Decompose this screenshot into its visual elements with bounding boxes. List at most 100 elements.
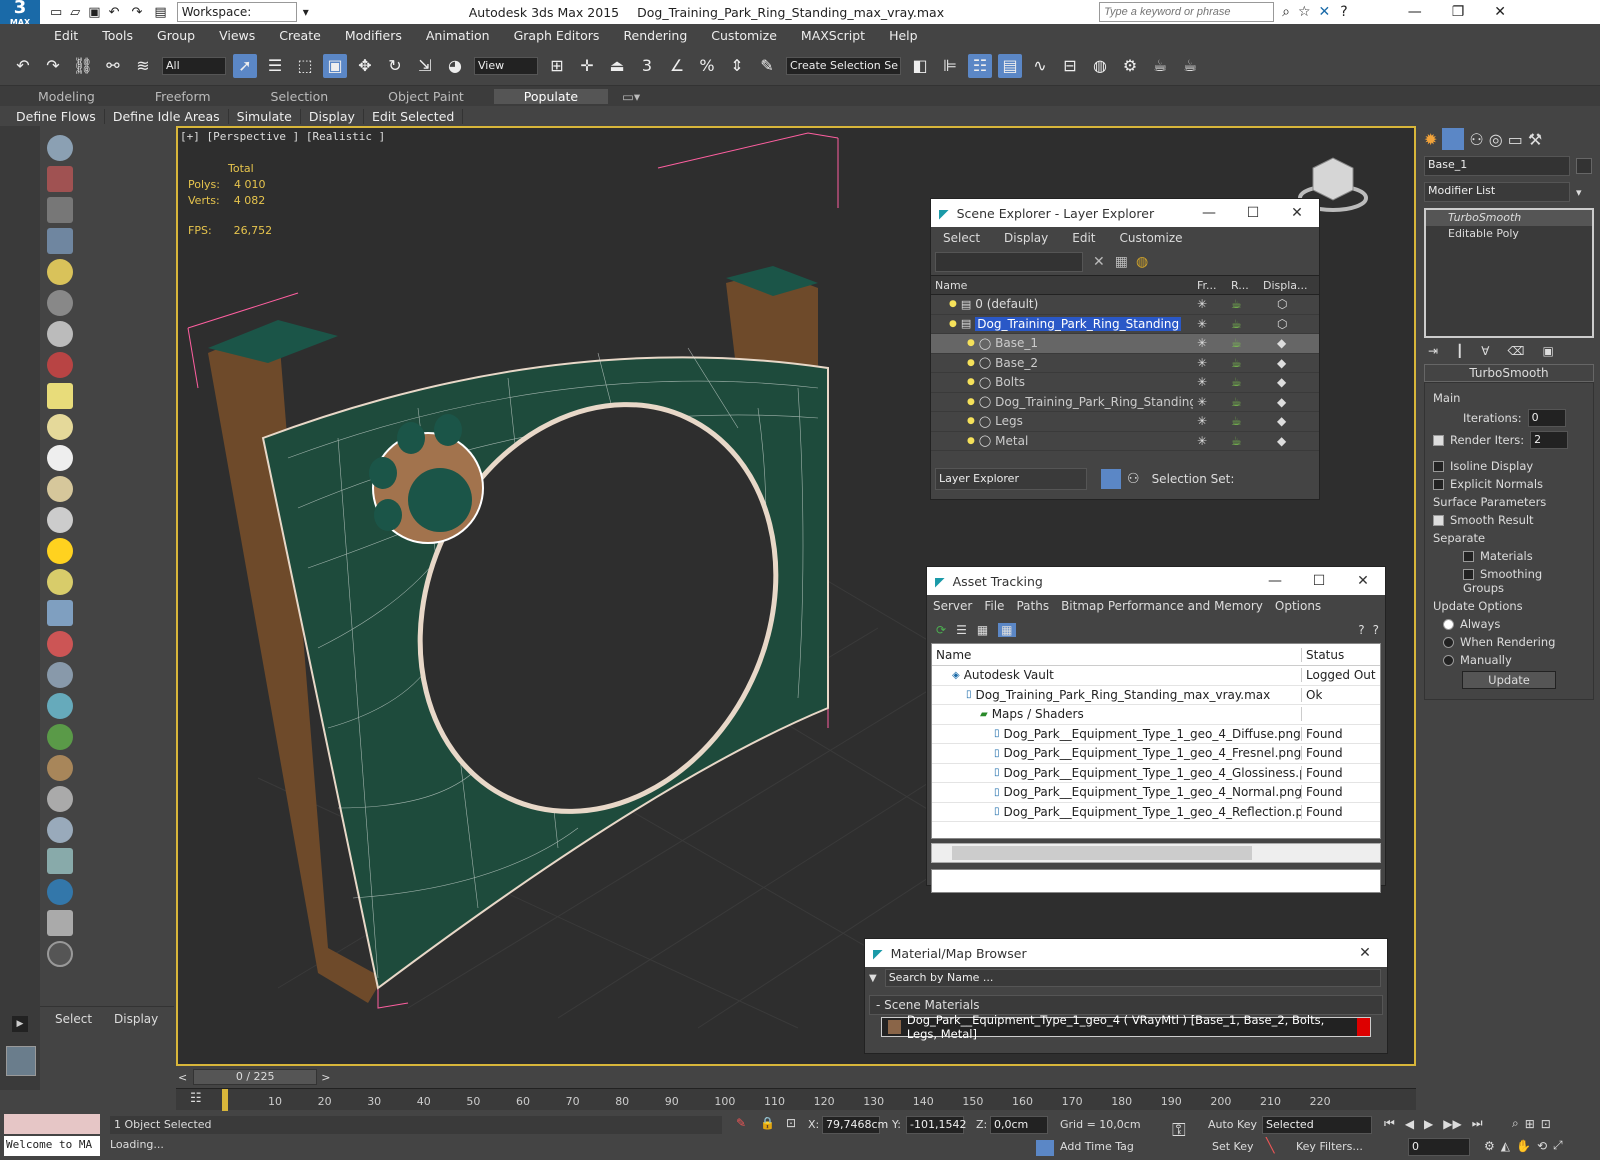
scene-materials-group[interactable]: - Scene Materials	[869, 995, 1383, 1015]
layer-manager-icon[interactable]: ☷	[968, 53, 992, 78]
chevron-down-icon[interactable]: ▾	[1576, 186, 1582, 199]
render-teapot-icon[interactable]: ☕	[1227, 434, 1259, 448]
grass-icon[interactable]	[47, 724, 73, 750]
smooth-result-checkbox[interactable]	[1433, 515, 1444, 526]
hair-icon[interactable]	[47, 755, 73, 781]
welcome-field[interactable]: Welcome to MA	[4, 1136, 100, 1156]
asset-row[interactable]: ▯ Dog_Training_Park_Ring_Standing_max_vra…	[932, 686, 1380, 705]
left-display-tab[interactable]: Display	[114, 1012, 158, 1026]
cone-icon[interactable]	[47, 507, 73, 533]
redo-icon[interactable]: ↷	[132, 5, 143, 20]
material-item[interactable]: Dog_Park__Equipment_Type_1_geo_4 ( VRayM…	[881, 1013, 1371, 1041]
menu-modifiers[interactable]: Modifiers	[333, 28, 414, 43]
material-search-input[interactable]: Search by Name ...	[884, 969, 1381, 987]
angle-snap-icon[interactable]: ∠	[665, 53, 689, 78]
ribbon-options-icon[interactable]: ▭▾	[608, 89, 654, 104]
menu-graph-editors[interactable]: Graph Editors	[502, 28, 612, 43]
x-coordinate-input[interactable]: 79,7468cm	[822, 1116, 888, 1134]
turbosmooth-rollout[interactable]: TurboSmooth	[1424, 364, 1594, 382]
time-config-icon[interactable]: ⚙	[1484, 1139, 1495, 1153]
display-mode-icon[interactable]: ◆	[1259, 336, 1319, 350]
workspace-dropdown[interactable]: Workspace: Default	[176, 2, 297, 37]
zoom-icon[interactable]: ⌕	[1512, 1116, 1519, 1131]
explicit-normals-checkbox[interactable]	[1433, 479, 1444, 490]
layer-row[interactable]: ● ▤ 0 (default) ✳ ☕ ⬡	[931, 295, 1319, 315]
new-file-icon[interactable]: ▭	[50, 5, 62, 20]
z-coordinate-input[interactable]: 0,0cm	[990, 1116, 1048, 1134]
asset-row[interactable]: ▯ Dog_Park__Equipment_Type_1_geo_4_Fresne…	[932, 744, 1380, 764]
layer-filter-icon[interactable]: ▦	[1115, 254, 1128, 270]
create-tab-icon[interactable]: ✹	[1424, 130, 1437, 149]
molecule-icon[interactable]	[47, 631, 73, 657]
render-teapot-icon[interactable]: ☕	[1227, 297, 1259, 311]
time-tag-icon[interactable]	[1036, 1140, 1054, 1156]
video-icon[interactable]	[47, 352, 73, 378]
layer-mode-icon[interactable]	[1101, 469, 1121, 489]
hierarchy-tab-icon[interactable]: ⚇	[1469, 130, 1483, 149]
sphere-icon[interactable]	[47, 817, 73, 843]
asset-scrollbar[interactable]	[931, 843, 1381, 863]
star-icon[interactable]: ☆	[1298, 4, 1311, 20]
close-icon[interactable]: ✕	[1341, 573, 1385, 589]
display-mode-icon[interactable]: ◆	[1259, 356, 1319, 370]
display-mode-icon[interactable]: ◆	[1259, 375, 1319, 389]
unlink-icon[interactable]: ⚯	[101, 53, 125, 78]
menu-maxscript[interactable]: MAXScript	[789, 28, 877, 43]
schematic-view-icon[interactable]: ⊟	[1058, 53, 1082, 78]
at-menu-file[interactable]: File	[978, 599, 1010, 613]
menu-help[interactable]: Help	[877, 28, 930, 43]
sphere-half-icon[interactable]	[47, 321, 73, 347]
freeze-icon[interactable]: ✳	[1193, 336, 1227, 350]
menu-edit[interactable]: Edit	[42, 28, 90, 43]
layer-row[interactable]: ● ▤ Dog_Training_Park_Ring_Standing ✳ ☕ ⬡	[931, 315, 1319, 334]
render-teapot-icon[interactable]: ☕	[1227, 375, 1259, 389]
at-menu-bitmap-performance-and-memory[interactable]: Bitmap Performance and Memory	[1055, 599, 1269, 613]
prev-key-icon[interactable]: ◀	[1405, 1117, 1414, 1131]
minimize-icon[interactable]: —	[1408, 4, 1422, 20]
mini-listener-icon[interactable]	[6, 1046, 36, 1076]
pivot-icon[interactable]: ⊞	[545, 53, 569, 78]
at-menu-paths[interactable]: Paths	[1010, 599, 1055, 613]
stack-turbosmooth[interactable]: TurboSmooth	[1426, 210, 1592, 226]
se-menu-edit[interactable]: Edit	[1060, 231, 1107, 245]
chevron-down-icon[interactable]: ▼	[869, 973, 877, 984]
restore-icon[interactable]: ❐	[1452, 4, 1465, 20]
asset-tracking-titlebar[interactable]: ◤ Asset Tracking — ☐ ✕	[927, 567, 1385, 595]
pan-icon[interactable]: ✋	[1516, 1139, 1531, 1153]
render-icon[interactable]	[47, 879, 73, 905]
zoom-all-icon[interactable]: ⊞	[1525, 1117, 1535, 1131]
asset-row[interactable]: ▯ Dog_Park__Equipment_Type_1_geo_4_Glossi…	[932, 764, 1380, 783]
select-object-icon[interactable]: ➚	[233, 53, 257, 78]
align-icon[interactable]: ⊫	[938, 53, 962, 78]
asset-row[interactable]: ◈ Autodesk Vault Logged Out	[932, 666, 1380, 686]
goto-start-icon[interactable]: ⏮	[1384, 1116, 1395, 1131]
render-setup-icon[interactable]: ⚙	[1118, 53, 1142, 78]
display-mode-icon[interactable]: ◆	[1259, 414, 1319, 428]
display-mode-icon[interactable]: ⬡	[1259, 317, 1319, 331]
save-file-icon[interactable]: ▣	[88, 5, 100, 20]
freeze-icon[interactable]: ✳	[1193, 375, 1227, 389]
left-select-tab[interactable]: Select	[55, 1012, 92, 1026]
current-frame-input[interactable]: 0	[1408, 1138, 1470, 1156]
se-menu-customize[interactable]: Customize	[1108, 231, 1195, 245]
rect-selection-icon[interactable]: ⬚	[293, 53, 317, 78]
light-bulb-icon[interactable]: ●	[967, 397, 975, 407]
menu-customize[interactable]: Customize	[699, 28, 789, 43]
asset-col-status[interactable]: Status	[1302, 648, 1344, 662]
material-browser-titlebar[interactable]: ◤ Material/Map Browser ✕	[865, 939, 1387, 967]
modify-tab-icon[interactable]	[1442, 128, 1465, 150]
layer-row[interactable]: ● ◯ Dog_Training_Park_Ring_Standing ✳ ☕ ◆	[931, 393, 1319, 412]
utilities-tab-icon[interactable]: ⚒	[1528, 130, 1542, 149]
light-bulb-icon[interactable]: ●	[967, 416, 975, 426]
dome-icon[interactable]	[47, 414, 73, 440]
hierarchy-mode-icon[interactable]: ⚇	[1127, 471, 1140, 487]
display-tab-icon[interactable]: ▭	[1508, 130, 1523, 149]
remove-modifier-icon[interactable]: ⌫	[1508, 344, 1525, 358]
col-name[interactable]: Name	[931, 279, 1193, 292]
redo-icon[interactable]: ↷	[41, 53, 65, 78]
thumbnail-view-icon[interactable]: ▦	[977, 623, 988, 637]
menu-rendering[interactable]: Rendering	[611, 28, 699, 43]
goto-end-icon[interactable]: ⏭	[1472, 1116, 1483, 1131]
material-editor-icon[interactable]: ◍	[1088, 53, 1112, 78]
fov-icon[interactable]: ◭	[1501, 1139, 1510, 1153]
